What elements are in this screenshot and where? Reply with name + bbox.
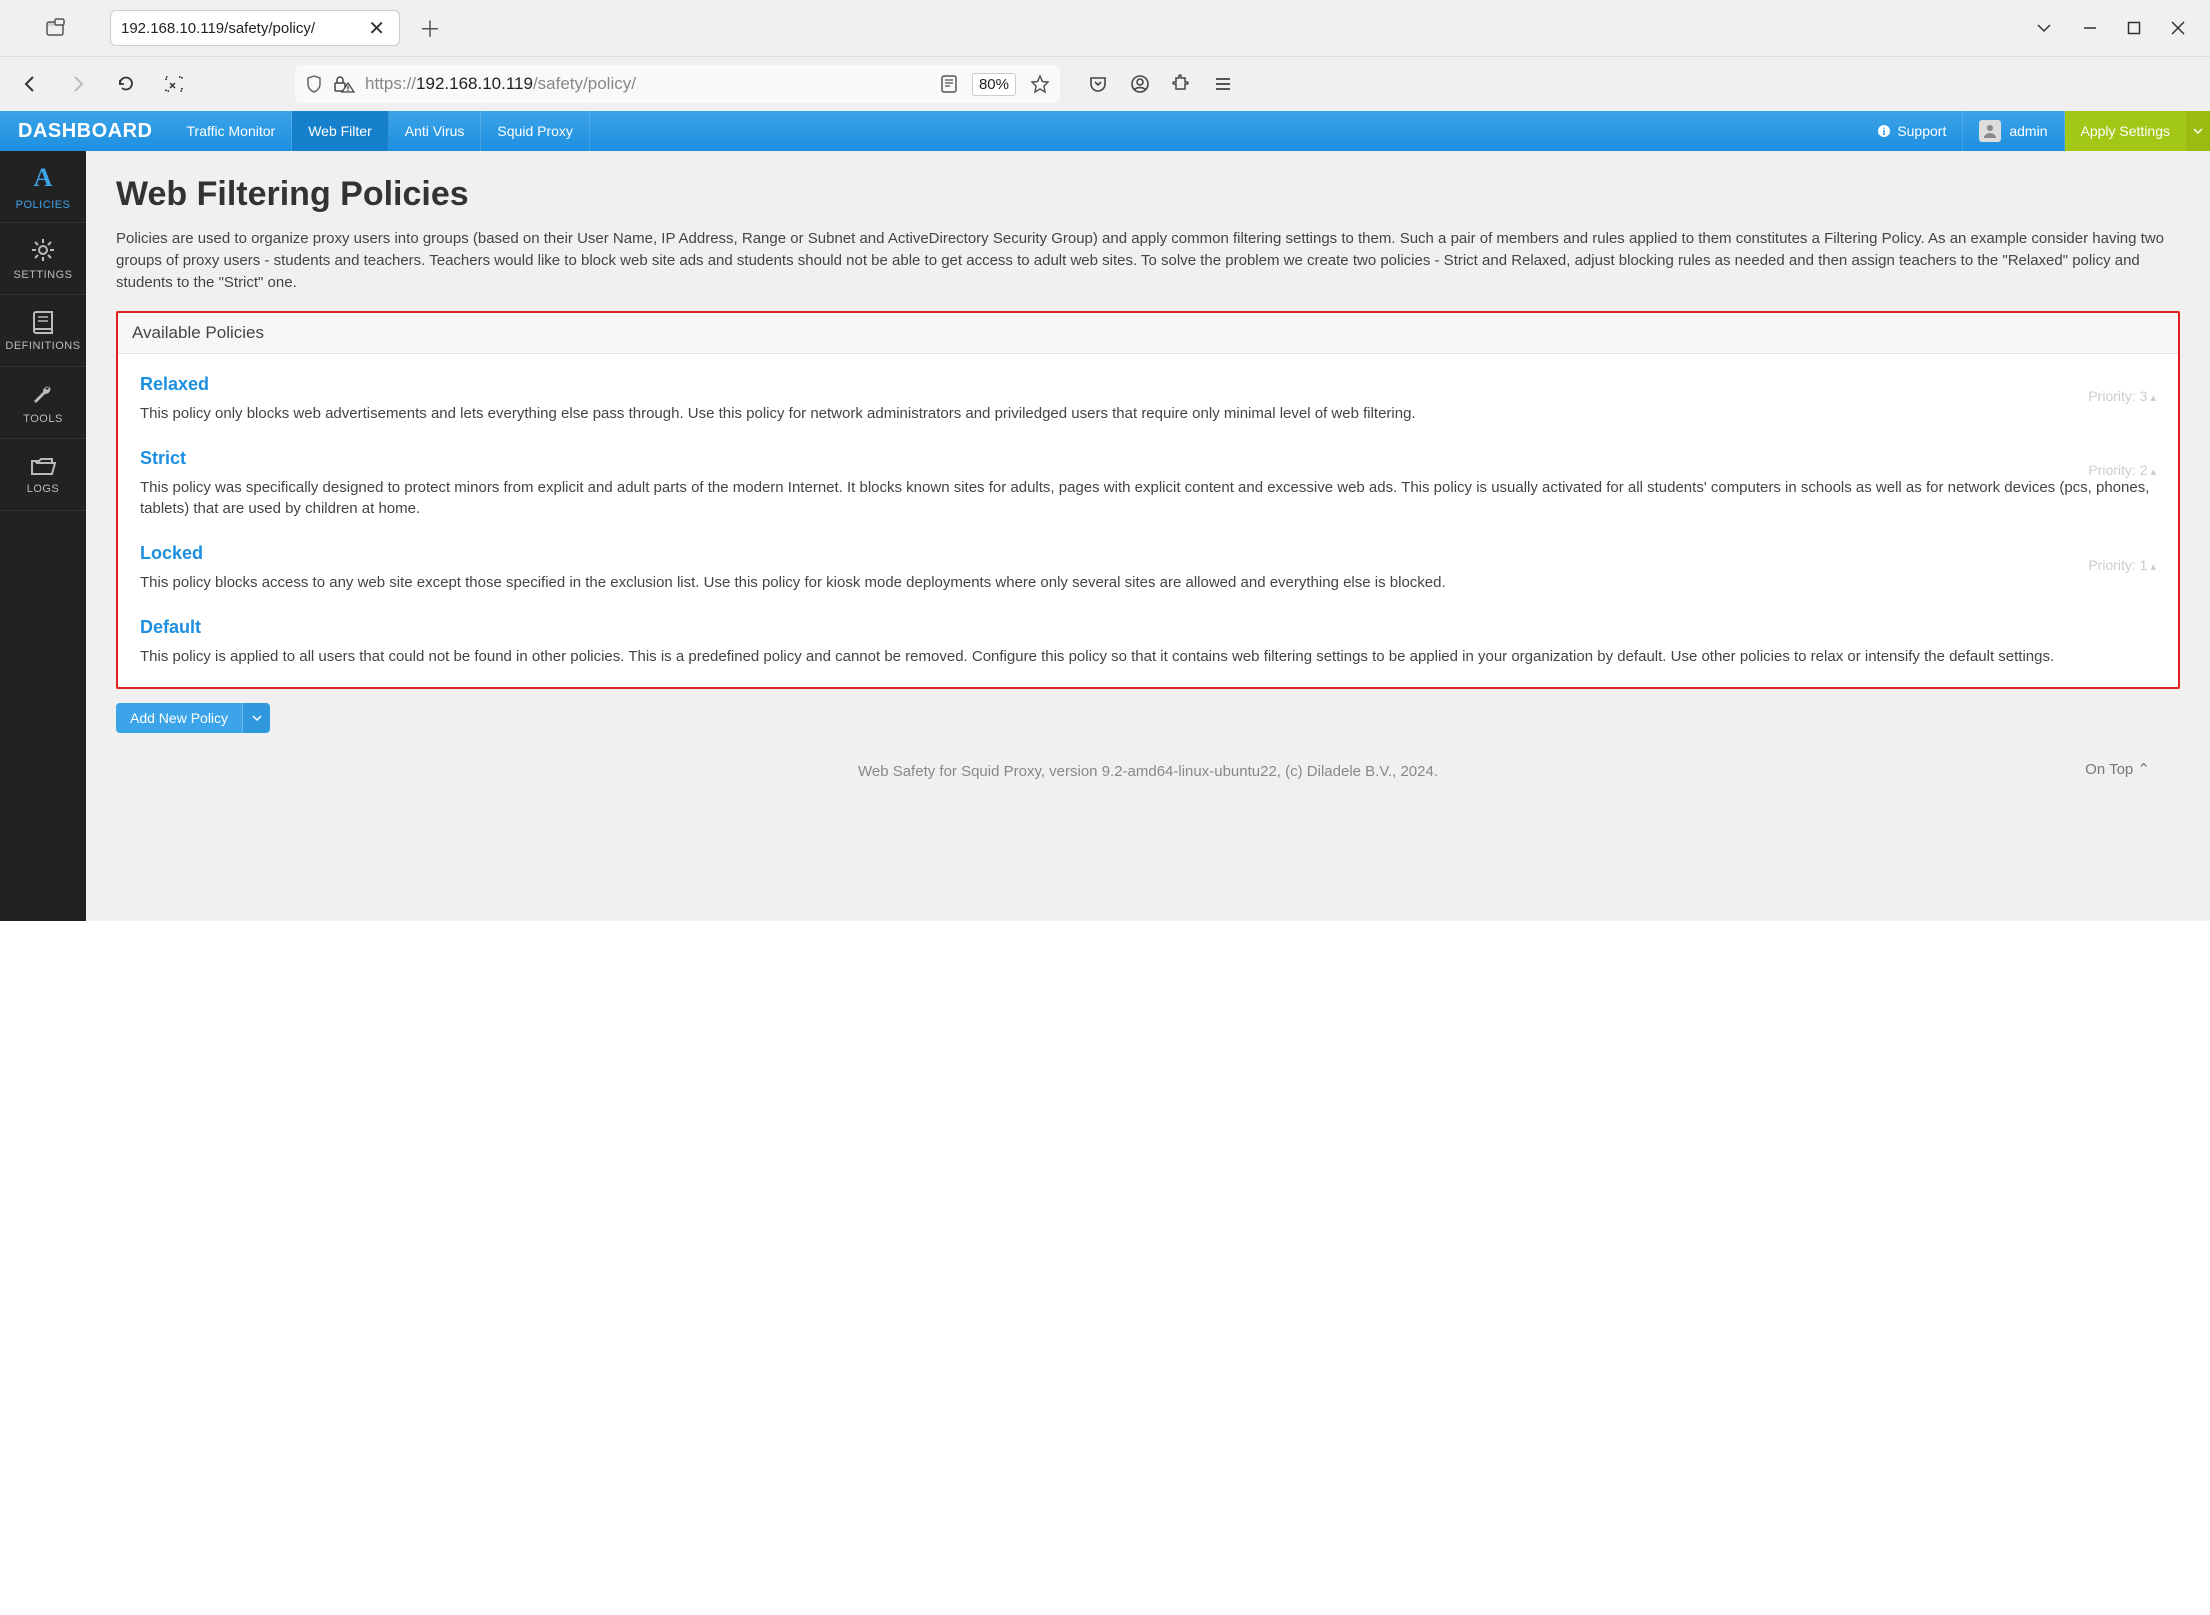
url-text: https://192.168.10.119/safety/policy/ bbox=[365, 74, 930, 94]
recent-browsing-icon[interactable] bbox=[41, 14, 69, 42]
user-menu[interactable]: admin bbox=[1962, 111, 2064, 151]
sidebar-item-settings[interactable]: SETTINGS bbox=[0, 223, 86, 295]
extensions-icon[interactable] bbox=[1172, 74, 1192, 94]
panel-title: Available Policies bbox=[118, 313, 2178, 354]
apply-settings: Apply Settings bbox=[2065, 111, 2210, 151]
policy-title-link[interactable]: Locked bbox=[140, 535, 2156, 566]
sidebar-item-policies[interactable]: A POLICIES bbox=[0, 151, 86, 223]
top-right: i Support admin Apply Settings bbox=[1861, 111, 2210, 151]
apply-settings-dropdown[interactable] bbox=[2186, 111, 2210, 151]
window-controls bbox=[2035, 19, 2210, 37]
tab-traffic-monitor[interactable]: Traffic Monitor bbox=[171, 111, 293, 151]
tabs-dropdown-icon[interactable] bbox=[2035, 19, 2053, 37]
tab-squid-proxy[interactable]: Squid Proxy bbox=[481, 111, 589, 151]
svg-text:i: i bbox=[1883, 127, 1886, 138]
caret-up-icon: ▴ bbox=[2150, 392, 2156, 404]
shield-icon[interactable] bbox=[305, 74, 323, 94]
priority-badge[interactable]: Priority: 3▴ bbox=[2088, 388, 2156, 404]
footer: Web Safety for Squid Proxy, version 9.2-… bbox=[116, 733, 2180, 790]
menu-icon[interactable] bbox=[1214, 75, 1232, 93]
policy-relaxed: Relaxed Priority: 3▴ This policy only bl… bbox=[140, 366, 2156, 430]
avatar-icon bbox=[1979, 120, 2001, 142]
policy-description: This policy only blocks web advertisemen… bbox=[140, 397, 2156, 430]
new-tab-button[interactable]: ＋ bbox=[410, 8, 450, 48]
reload-button[interactable] bbox=[111, 69, 141, 99]
wrench-icon bbox=[30, 381, 56, 407]
page-title: Web Filtering Policies bbox=[116, 175, 2180, 214]
screenshot-icon[interactable] bbox=[159, 69, 189, 99]
info-icon: i bbox=[1877, 124, 1891, 138]
zoom-level[interactable]: 80% bbox=[972, 73, 1016, 96]
footer-text: Web Safety for Squid Proxy, version 9.2-… bbox=[858, 763, 1438, 780]
support-link[interactable]: i Support bbox=[1861, 111, 1962, 151]
tab-web-filter[interactable]: Web Filter bbox=[292, 111, 389, 151]
policy-title-link[interactable]: Relaxed bbox=[140, 366, 2156, 397]
browser-tab[interactable]: 192.168.10.119/safety/policy/ ✕ bbox=[110, 10, 400, 46]
policy-strict: Strict Priority: 2▴ This policy was spec… bbox=[140, 440, 2156, 525]
back-button[interactable] bbox=[15, 69, 45, 99]
available-policies-panel: Available Policies Relaxed Priority: 3▴ … bbox=[116, 311, 2180, 689]
app-body: A POLICIES SETTINGS DEFINITIONS TOOLS LO… bbox=[0, 151, 2210, 921]
close-window-icon[interactable] bbox=[2171, 21, 2185, 35]
page-description: Policies are used to organize proxy user… bbox=[116, 228, 2180, 293]
lock-warning-icon[interactable] bbox=[333, 74, 355, 94]
brand-logo[interactable]: DASHBOARD bbox=[0, 120, 171, 143]
policy-description: This policy is applied to all users that… bbox=[140, 640, 2156, 673]
add-policy-row: Add New Policy bbox=[116, 703, 2180, 733]
policy-description: This policy blocks access to any web sit… bbox=[140, 566, 2156, 599]
policy-default: Default This policy is applied to all us… bbox=[140, 609, 2156, 673]
book-icon bbox=[30, 310, 56, 334]
forward-button bbox=[63, 69, 93, 99]
apply-settings-button[interactable]: Apply Settings bbox=[2065, 111, 2187, 151]
sidebar-item-definitions[interactable]: DEFINITIONS bbox=[0, 295, 86, 367]
browser-tab-bar: 192.168.10.119/safety/policy/ ✕ ＋ bbox=[0, 0, 2210, 57]
caret-up-icon: ⌃ bbox=[2137, 761, 2150, 778]
app-top-nav: DASHBOARD Traffic Monitor Web Filter Ant… bbox=[0, 111, 2210, 151]
policy-title-link[interactable]: Default bbox=[140, 609, 2156, 640]
tab-bar-left bbox=[0, 14, 110, 42]
panel-body: Relaxed Priority: 3▴ This policy only bl… bbox=[118, 354, 2178, 687]
reader-mode-icon[interactable] bbox=[940, 74, 958, 94]
folder-icon bbox=[30, 455, 56, 477]
policies-icon: A bbox=[34, 163, 53, 193]
policy-description: This policy was specifically designed to… bbox=[140, 471, 2156, 525]
add-policy-dropdown[interactable] bbox=[242, 703, 270, 733]
account-icon[interactable] bbox=[1130, 74, 1150, 94]
browser-nav-bar: https://192.168.10.119/safety/policy/ 80… bbox=[0, 57, 2210, 111]
caret-up-icon: ▴ bbox=[2150, 466, 2156, 478]
policy-locked: Locked Priority: 1▴ This policy blocks a… bbox=[140, 535, 2156, 599]
sidebar: A POLICIES SETTINGS DEFINITIONS TOOLS LO… bbox=[0, 151, 86, 921]
on-top-link[interactable]: On Top ⌃ bbox=[2085, 760, 2150, 778]
maximize-icon[interactable] bbox=[2127, 21, 2141, 35]
sidebar-item-logs[interactable]: LOGS bbox=[0, 439, 86, 511]
top-tabs: Traffic Monitor Web Filter Anti Virus Sq… bbox=[171, 111, 590, 151]
browser-tab-title: 192.168.10.119/safety/policy/ bbox=[121, 20, 315, 37]
pocket-icon[interactable] bbox=[1088, 74, 1108, 94]
add-policy-button[interactable]: Add New Policy bbox=[116, 703, 242, 733]
policy-title-link[interactable]: Strict bbox=[140, 440, 2156, 471]
nav-right-icons bbox=[1088, 74, 1232, 94]
gear-icon bbox=[30, 237, 56, 263]
minimize-icon[interactable] bbox=[2083, 21, 2097, 35]
priority-badge[interactable]: Priority: 1▴ bbox=[2088, 557, 2156, 573]
caret-up-icon: ▴ bbox=[2150, 561, 2156, 573]
priority-badge[interactable]: Priority: 2▴ bbox=[2088, 462, 2156, 478]
browser-chrome: 192.168.10.119/safety/policy/ ✕ ＋ https:… bbox=[0, 0, 2210, 111]
tab-anti-virus[interactable]: Anti Virus bbox=[389, 111, 482, 151]
main-content: Web Filtering Policies Policies are used… bbox=[86, 151, 2210, 921]
url-bar[interactable]: https://192.168.10.119/safety/policy/ 80… bbox=[295, 65, 1060, 103]
add-policy: Add New Policy bbox=[116, 703, 270, 733]
sidebar-item-tools[interactable]: TOOLS bbox=[0, 367, 86, 439]
close-tab-icon[interactable]: ✕ bbox=[364, 16, 389, 41]
bookmark-icon[interactable] bbox=[1030, 74, 1050, 94]
